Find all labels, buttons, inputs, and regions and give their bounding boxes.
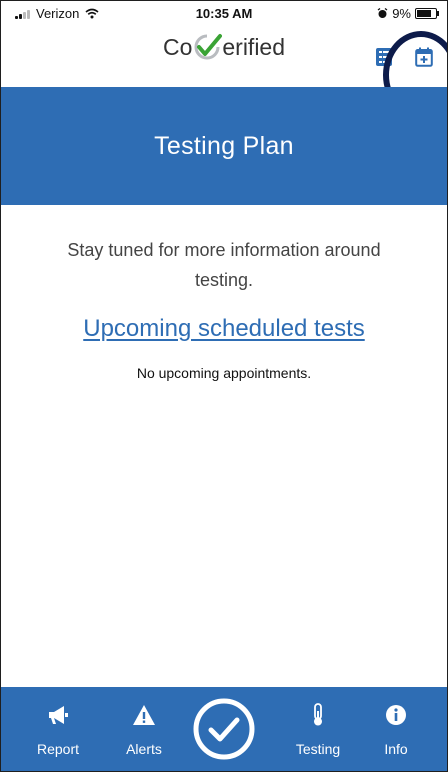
- nav-label-info: Info: [384, 741, 408, 757]
- app-header: Co erified: [1, 25, 447, 119]
- empty-state-text: No upcoming appointments.: [136, 365, 312, 381]
- alarm-icon: [377, 8, 388, 18]
- megaphone-icon: [49, 706, 68, 724]
- check-circle-icon[interactable]: [192, 697, 256, 761]
- nav-label-alerts: Alerts: [126, 741, 162, 757]
- battery-percent: 9%: [392, 6, 411, 21]
- status-right: 9%: [377, 6, 439, 21]
- nav-item-testing[interactable]: Testing: [283, 687, 353, 771]
- nav-label-testing: Testing: [295, 741, 341, 757]
- battery-icon: [415, 8, 439, 19]
- logo-prefix: Co: [162, 34, 193, 60]
- info-text: Stay tuned for more information around t…: [67, 240, 381, 290]
- status-bar: Verizon 10:35 AM 9%: [1, 1, 447, 25]
- nav-item-report[interactable]: Report: [23, 687, 93, 771]
- warning-icon: [133, 705, 155, 725]
- bottom-nav: Report Alerts Testing Info: [1, 687, 447, 771]
- page-title-banner: Testing Plan: [1, 87, 447, 205]
- upcoming-tests-link[interactable]: Upcoming scheduled tests: [83, 315, 364, 343]
- thermometer-icon: [314, 703, 322, 726]
- info-icon: [386, 705, 406, 725]
- logo-suffix: erified: [222, 34, 286, 60]
- app-screen: Verizon 10:35 AM 9% Co erified Testing P…: [0, 0, 448, 772]
- main-content: Stay tuned for more information around t…: [1, 205, 447, 687]
- nav-item-info[interactable]: Info: [361, 687, 431, 771]
- nav-label-report: Report: [36, 741, 80, 757]
- page-title: Testing Plan: [154, 131, 294, 160]
- nav-item-alerts[interactable]: Alerts: [109, 687, 179, 771]
- logo-check-icon: [194, 34, 223, 60]
